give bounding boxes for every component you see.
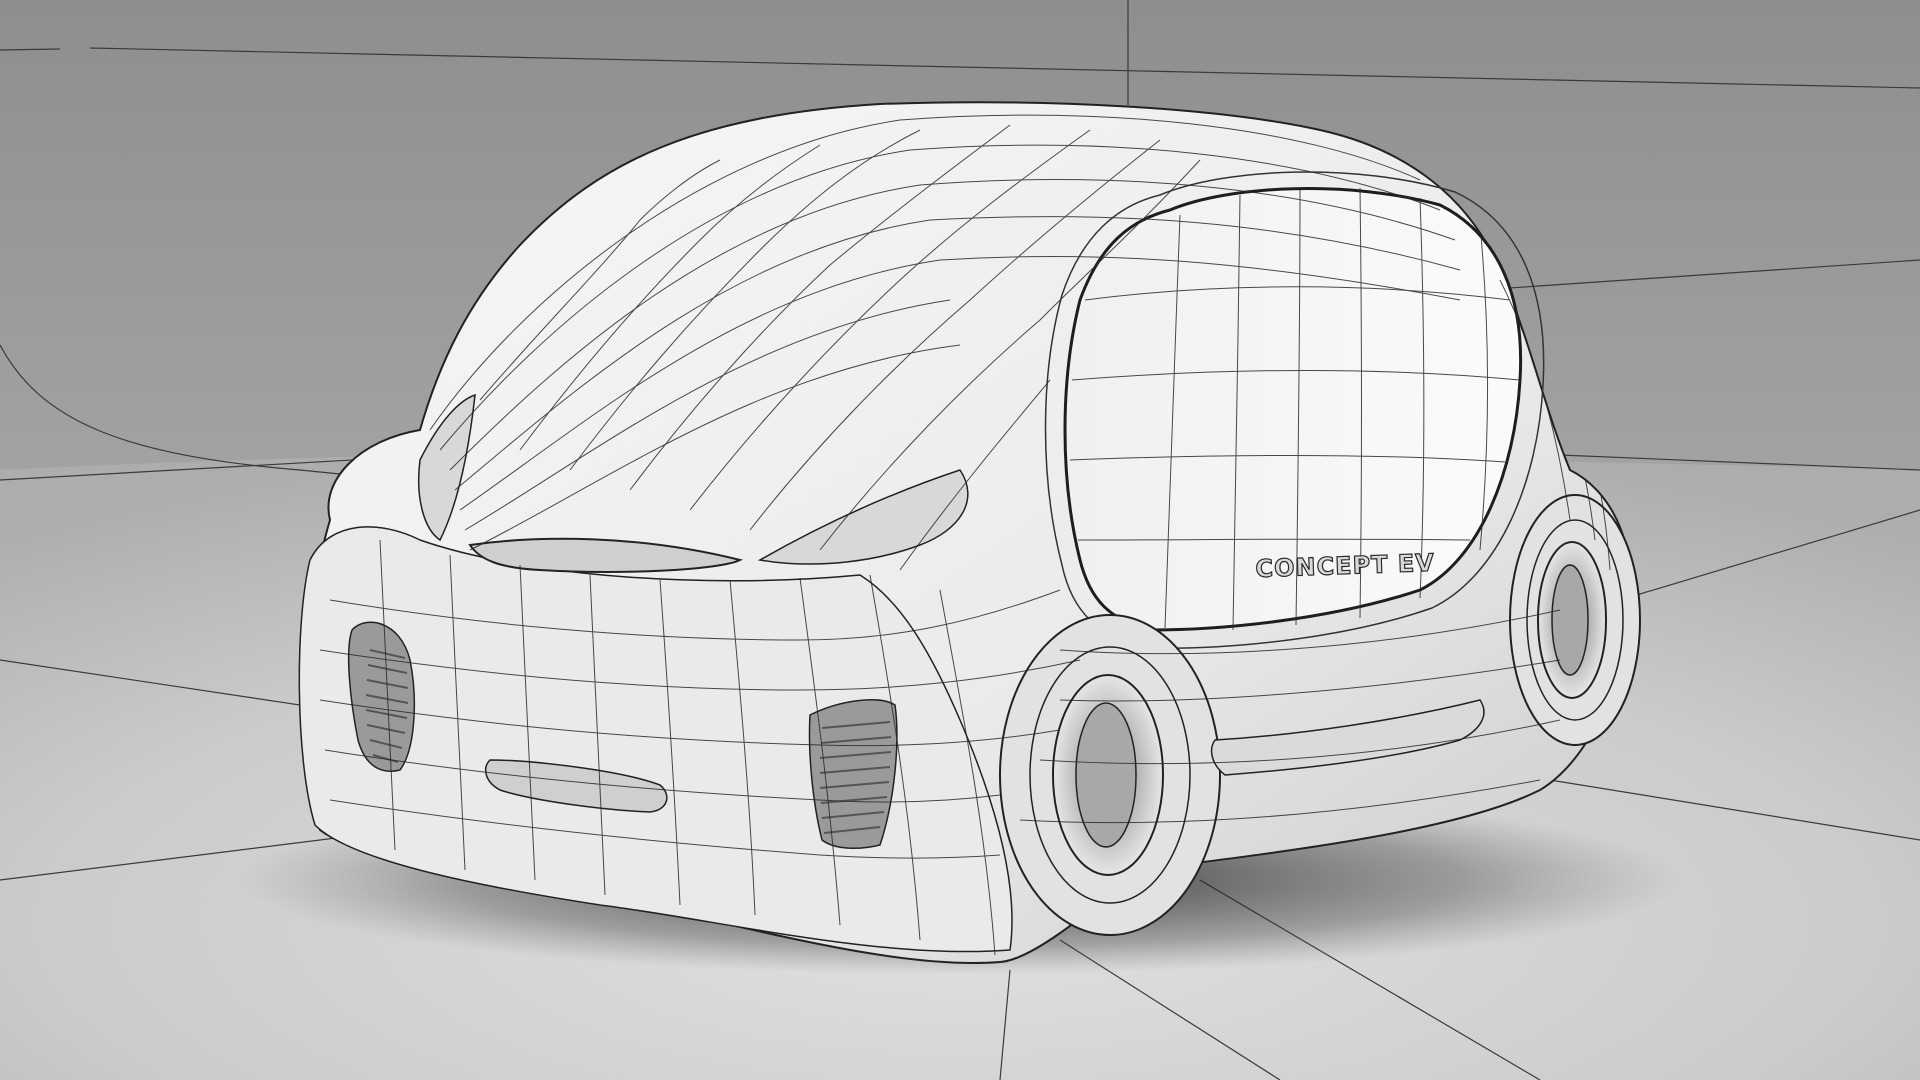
render-viewport — [0, 0, 1920, 1080]
front-wheel — [999, 614, 1221, 936]
rear-wheel — [1509, 494, 1641, 746]
side-window — [1063, 187, 1523, 632]
front-vent-right — [808, 699, 898, 850]
